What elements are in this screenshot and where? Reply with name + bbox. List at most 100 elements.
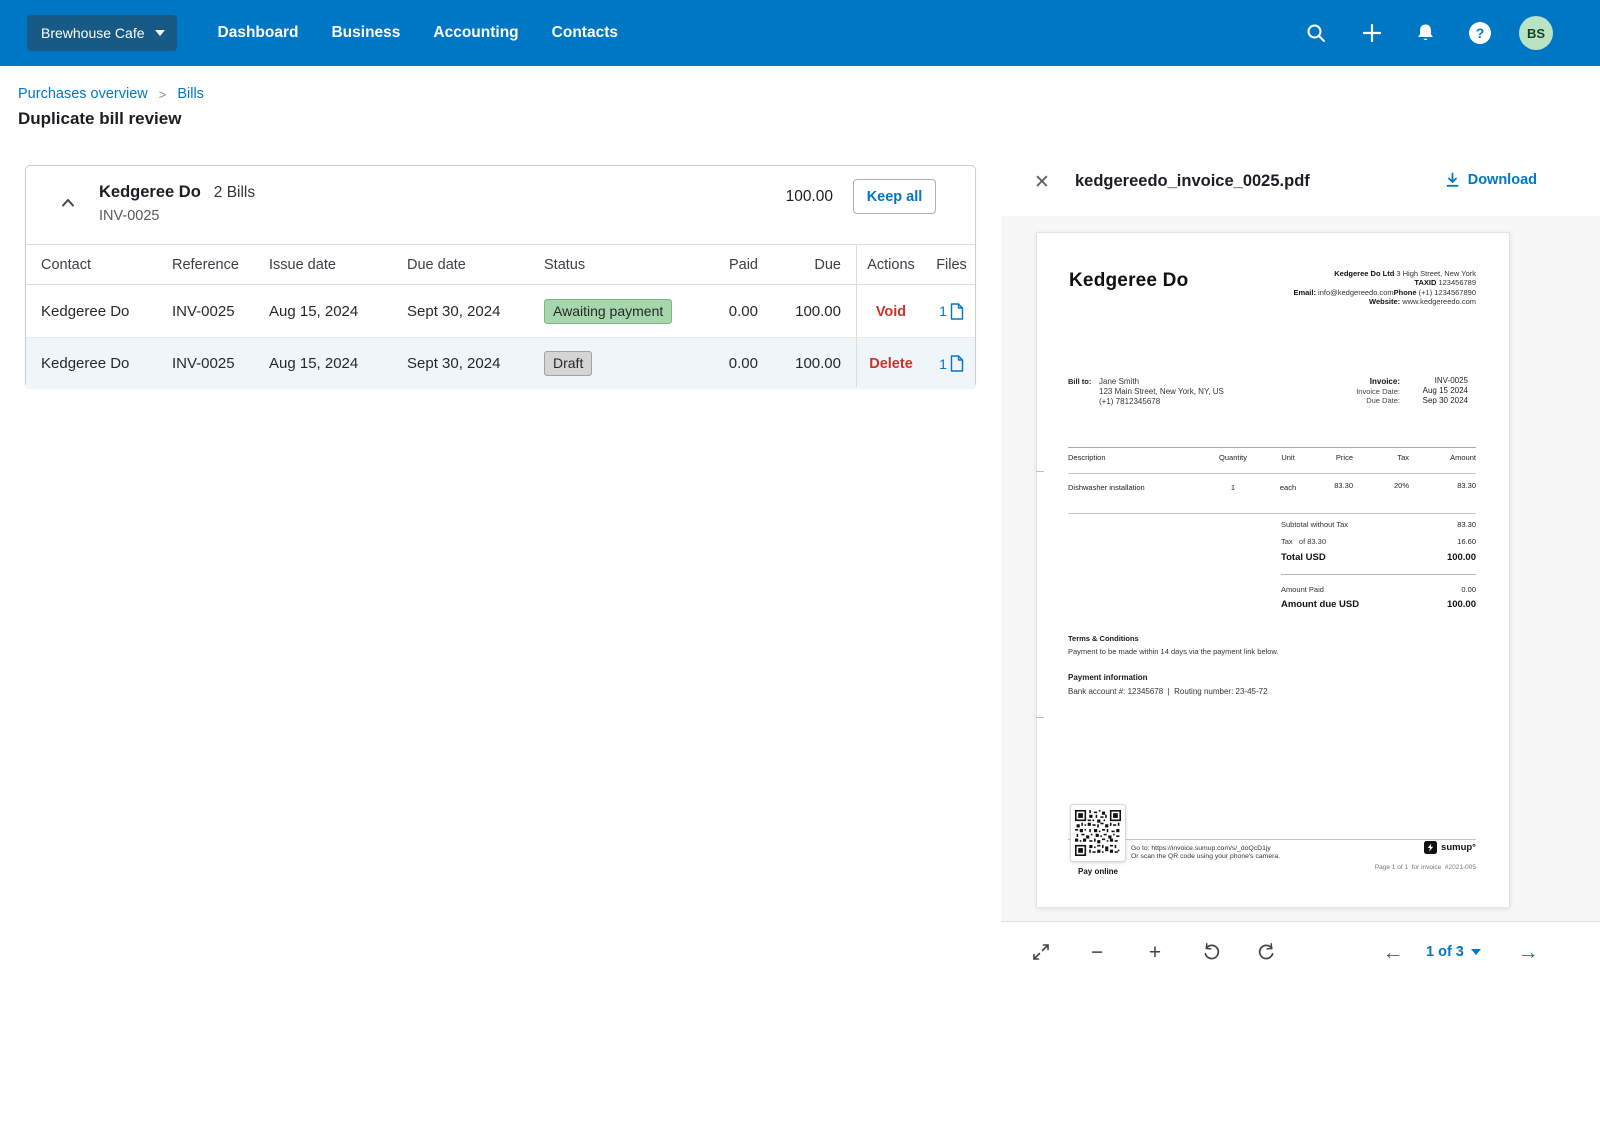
nav-item-contacts[interactable]: Contacts	[552, 24, 618, 42]
pdf-toolbar: − + ← 1 of 3 →	[1001, 921, 1600, 981]
invoice-meta-labels: Invoice: Invoice Date: Due Date:	[1356, 377, 1400, 406]
bill-to-label: Bill to:	[1068, 377, 1091, 386]
email-label: Email:	[1293, 288, 1316, 297]
keep-all-button[interactable]: Keep all	[853, 179, 936, 214]
cell-due: 100.00	[758, 355, 841, 372]
files-attachment[interactable]: 1	[926, 303, 977, 320]
email-value: info@kedgereedo.com	[1316, 288, 1394, 297]
cell-due-date: Sept 30, 2024	[407, 355, 544, 372]
pdf-page-note: Page 1 of 1 for invoice #2021-005	[1375, 864, 1476, 872]
cell-reference: INV-0025	[172, 303, 269, 320]
org-name: Brewhouse Cafe	[41, 25, 145, 41]
group-bills-count: 2 Bills	[214, 184, 255, 202]
cell-contact: Kedgeree Do	[41, 355, 172, 372]
item-col-description: Description	[1068, 453, 1106, 462]
rotate-clockwise-icon[interactable]	[1250, 935, 1284, 969]
void-action-link[interactable]: Void	[876, 304, 906, 320]
phone-value: (+1) 1234567890	[1417, 288, 1476, 297]
col-status: Status	[544, 257, 690, 273]
pdf-filename: kedgereedo_invoice_0025.pdf	[1075, 172, 1310, 191]
item-price: 83.30	[1334, 481, 1353, 490]
col-due: Due	[758, 257, 841, 273]
group-total-amount: 100.00	[786, 188, 833, 206]
download-button[interactable]: Download	[1445, 172, 1537, 188]
item-col-quantity: Quantity	[1203, 453, 1263, 462]
invoice-label: Invoice:	[1356, 377, 1400, 387]
org-switcher-button[interactable]: Brewhouse Cafe	[27, 15, 177, 51]
fullscreen-expand-icon[interactable]	[1024, 935, 1058, 969]
item-amount: 83.30	[1457, 481, 1476, 490]
bill-to-block: Jane Smith 123 Main Street, New York, NY…	[1099, 377, 1224, 407]
cell-paid: 0.00	[690, 355, 758, 372]
page-indicator-dropdown[interactable]: 1 of 3	[1426, 935, 1481, 969]
bills-table-header: Contact Reference Issue date Due date St…	[26, 244, 975, 285]
next-page-arrow-icon[interactable]: →	[1511, 935, 1545, 969]
page-title: Duplicate bill review	[18, 109, 181, 129]
goto-prefix: Go to:	[1131, 845, 1151, 852]
company-ltd: Kedgeree Do Ltd	[1334, 269, 1394, 278]
page-indicator-label: 1 of 3	[1426, 944, 1464, 960]
scan-hint: Or scan the QR code using your phone's c…	[1131, 853, 1280, 861]
help-icon[interactable]: ?	[1468, 21, 1492, 45]
payment-link-block: Go to: https://invoice.sumup.com/s/_doQc…	[1131, 845, 1280, 862]
add-icon[interactable]	[1360, 21, 1384, 45]
search-icon[interactable]	[1304, 21, 1328, 45]
col-reference: Reference	[172, 257, 269, 273]
cell-due: 100.00	[758, 303, 841, 320]
pay-online-label: Pay online	[1070, 867, 1126, 877]
breadcrumb-bills[interactable]: Bills	[177, 86, 204, 102]
col-due-date: Due date	[407, 257, 544, 273]
items-table-top-border	[1068, 447, 1476, 448]
amount-due-value: 100.00	[1447, 599, 1476, 611]
items-table-header-border	[1068, 473, 1476, 474]
item-col-price: Price	[1336, 453, 1353, 462]
total-value: 100.00	[1447, 552, 1476, 564]
invoice-meta-values: INV-0025 Aug 15 2024 Sep 30 2024	[1423, 376, 1468, 406]
item-tax: 20%	[1394, 481, 1409, 490]
nav-item-dashboard[interactable]: Dashboard	[218, 24, 299, 42]
breadcrumb-separator: >	[159, 87, 167, 102]
zoom-out-icon[interactable]: −	[1080, 935, 1114, 969]
items-table-bottom-border	[1068, 513, 1476, 514]
col-contact: Contact	[41, 257, 172, 273]
files-attachment[interactable]: 1	[926, 355, 977, 372]
website-value: www.kedgereedo.com	[1400, 297, 1476, 306]
breadcrumb-purchases-overview[interactable]: Purchases overview	[18, 86, 148, 102]
chevron-down-icon	[1471, 949, 1481, 955]
website-label: Website:	[1369, 297, 1400, 306]
col-paid: Paid	[690, 257, 758, 273]
invoice-company-name: Kedgeree Do	[1069, 269, 1188, 293]
duplicate-bill-group-card: Kedgeree Do 2 Bills INV-0025 100.00 Keep…	[25, 165, 976, 388]
rotate-counterclockwise-icon[interactable]	[1194, 935, 1228, 969]
cell-issue-date: Aug 15, 2024	[269, 355, 407, 372]
breadcrumb: Purchases overview > Bills	[18, 86, 204, 102]
file-icon	[950, 303, 964, 320]
close-icon[interactable]: ✕	[1030, 170, 1054, 194]
collapse-chevron-up-icon[interactable]	[57, 193, 79, 215]
item-col-tax: Tax	[1397, 453, 1409, 462]
sumup-brand: sumup°	[1424, 841, 1476, 854]
amount-paid-value: 0.00	[1461, 585, 1476, 594]
item-description: Dishwasher installation	[1068, 483, 1145, 492]
amount-due-label: Amount due USD	[1281, 599, 1359, 611]
item-unit: each	[1258, 483, 1318, 492]
delete-action-link[interactable]: Delete	[869, 356, 913, 372]
cell-issue-date: Aug 15, 2024	[269, 303, 407, 320]
nav-item-business[interactable]: Business	[331, 24, 400, 42]
invoice-number: INV-0025	[1423, 376, 1468, 386]
app-window: Brewhouse Cafe Dashboard Business Accoun…	[0, 0, 1600, 1138]
status-badge: Awaiting payment	[544, 299, 672, 324]
question-mark-glyph: ?	[1469, 22, 1491, 44]
avatar[interactable]: BS	[1519, 16, 1553, 50]
nav-item-accounting[interactable]: Accounting	[433, 24, 518, 42]
bill-to-address: 123 Main Street, New York, NY, US	[1099, 387, 1224, 397]
previous-page-arrow-icon[interactable]: ←	[1376, 935, 1410, 969]
terms-body: Payment to be made within 14 days via th…	[1068, 647, 1279, 656]
zoom-in-icon[interactable]: +	[1138, 935, 1172, 969]
taxid-label: TAXID	[1414, 278, 1436, 287]
phone-label: Phone	[1394, 288, 1417, 297]
qr-code	[1070, 804, 1126, 862]
invoice-date-label: Invoice Date:	[1356, 387, 1400, 396]
chevron-down-icon	[155, 30, 165, 36]
notifications-bell-icon[interactable]	[1413, 21, 1437, 45]
